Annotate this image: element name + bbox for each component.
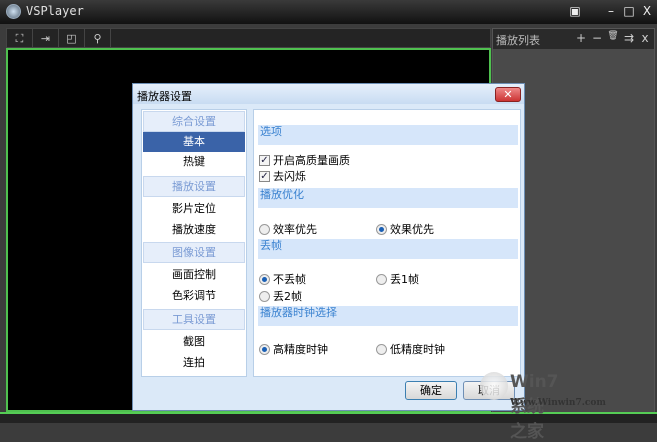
close-playlist-icon[interactable]: x <box>639 31 651 45</box>
zoom-icon[interactable]: ⚲ <box>85 29 111 48</box>
checkbox-checked-icon: ✓ <box>259 154 270 166</box>
loop-icon[interactable]: ⇉ <box>623 31 635 45</box>
drop1-label: 丢1帧 <box>390 273 419 286</box>
radio-selected-icon <box>259 273 270 285</box>
settings-content: 选项 ✓ 开启高质量画质 ✓ 去闪烁 播放优化 效率优先 效果优先 丢帧 不丢帧 丢… <box>253 109 521 377</box>
dialog-title-bar: 播放器设置 ✕ <box>133 84 524 104</box>
close-button[interactable]: X <box>640 4 654 18</box>
radio-icon <box>259 223 270 235</box>
title-bar: VSPlayer ▣ – □ X <box>0 0 657 24</box>
hiclock-label: 高精度时钟 <box>273 343 328 356</box>
add-icon[interactable]: + <box>575 31 587 45</box>
deflicker-label: 去闪烁 <box>273 170 306 183</box>
deflicker-checkbox[interactable]: ✓ 去闪烁 <box>259 168 306 184</box>
section-clock: 播放器时钟选择 <box>258 306 518 326</box>
quality-label: 效果优先 <box>390 223 434 236</box>
hq-label: 开启高质量画质 <box>273 154 350 167</box>
drop2-radio[interactable]: 丢2帧 <box>259 288 302 304</box>
menu-button[interactable]: ▣ <box>568 4 582 18</box>
playlist-title: 播放列表 <box>496 34 540 47</box>
capture-icon[interactable]: ◰ <box>59 29 85 48</box>
nav-header-general: 综合设置 <box>143 111 245 132</box>
nav-item-basic[interactable]: 基本 <box>143 132 245 152</box>
hiclock-radio[interactable]: 高精度时钟 <box>259 341 328 357</box>
nodrop-label: 不丢帧 <box>273 273 306 286</box>
nav-item-color[interactable]: 色彩调节 <box>143 286 245 306</box>
playlist-header: 播放列表 + − 🗑 ⇉ x <box>493 29 654 49</box>
app-logo-icon <box>6 4 21 19</box>
section-dropframe: 丢帧 <box>258 239 518 259</box>
checkbox-checked-icon: ✓ <box>259 170 270 182</box>
drop2-label: 丢2帧 <box>273 290 302 303</box>
radio-selected-icon <box>376 223 387 235</box>
dialog-close-button[interactable]: ✕ <box>495 87 521 102</box>
watermark-url: Www.Winwin7.com <box>510 398 606 408</box>
nav-header-image: 图像设置 <box>143 242 245 263</box>
fullscreen-icon[interactable]: ⛶ <box>7 29 33 48</box>
minimize-button[interactable]: – <box>604 4 618 18</box>
drop1-radio[interactable]: 丢1帧 <box>376 271 419 287</box>
loclock-radio[interactable]: 低精度时钟 <box>376 341 445 357</box>
nav-item-picture[interactable]: 画面控制 <box>143 265 245 285</box>
loclock-label: 低精度时钟 <box>390 343 445 356</box>
nav-header-tools: 工具设置 <box>143 309 245 330</box>
section-options: 选项 <box>258 125 518 145</box>
video-toolbar: ⛶ ⇥ ◰ ⚲ <box>6 28 491 48</box>
pin-icon[interactable]: ⇥ <box>33 29 59 48</box>
nav-item-hotkeys[interactable]: 热键 <box>143 152 245 172</box>
trash-icon[interactable]: 🗑 <box>607 31 619 41</box>
efficiency-label: 效率优先 <box>273 223 317 236</box>
ok-button[interactable]: 确定 <box>405 381 457 400</box>
nav-item-speed[interactable]: 播放速度 <box>143 220 245 240</box>
nav-item-burst[interactable]: 连拍 <box>143 353 245 373</box>
nav-header-playback: 播放设置 <box>143 176 245 197</box>
radio-icon <box>376 343 387 355</box>
settings-dialog: 播放器设置 ✕ 综合设置 基本 热键 播放设置 影片定位 播放速度 图像设置 画… <box>132 83 525 411</box>
remove-icon[interactable]: − <box>591 31 603 45</box>
radio-icon <box>376 273 387 285</box>
nodrop-radio[interactable]: 不丢帧 <box>259 271 306 287</box>
nav-item-screenshot[interactable]: 截图 <box>143 332 245 352</box>
section-optimize: 播放优化 <box>258 188 518 208</box>
nav-item-positioning[interactable]: 影片定位 <box>143 199 245 219</box>
radio-icon <box>259 290 270 302</box>
dialog-title: 播放器设置 <box>137 90 192 103</box>
maximize-button[interactable]: □ <box>622 4 636 18</box>
hq-checkbox[interactable]: ✓ 开启高质量画质 <box>259 152 350 168</box>
quality-radio[interactable]: 效果优先 <box>376 221 434 237</box>
efficiency-radio[interactable]: 效率优先 <box>259 221 317 237</box>
app-title: VSPlayer <box>26 4 84 18</box>
radio-selected-icon <box>259 343 270 355</box>
windows-logo-icon <box>480 372 508 400</box>
settings-nav: 综合设置 基本 热键 播放设置 影片定位 播放速度 图像设置 画面控制 色彩调节… <box>141 109 247 377</box>
